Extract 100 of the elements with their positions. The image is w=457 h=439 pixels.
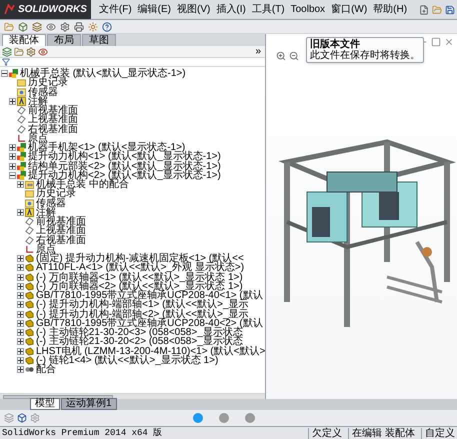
assembly-icon [17, 152, 26, 162]
expand-toggle[interactable] [17, 320, 24, 327]
menu-item[interactable]: 编辑(E) [138, 2, 172, 17]
expand-toggle[interactable] [17, 274, 24, 281]
status-field: 欠定义 [308, 428, 342, 438]
tree-item[interactable]: 结构单元部装<2> (默认<默认_显示状态-1>) [28, 162, 221, 171]
layers-icon[interactable] [2, 46, 12, 56]
tree-item[interactable]: (固定) 提升动力机构-减速机固定板<1> (默认<< [36, 254, 244, 264]
tree-item[interactable]: (-) 万向联轴器<1> (默认<<默认>_显示状态 1>) [36, 272, 243, 282]
tree-item[interactable]: 前视基准面 [28, 106, 78, 116]
expand-toggle[interactable] [17, 329, 24, 336]
tree-item[interactable]: 历史记录 [28, 78, 68, 88]
expand-toggle[interactable] [17, 366, 24, 374]
gear-icon[interactable] [60, 22, 70, 32]
tree-item[interactable]: 上视基准面 [36, 226, 86, 236]
expand-toggle[interactable] [9, 172, 16, 179]
expand-toggle[interactable] [1, 70, 8, 78]
tree-item[interactable]: 机械手总装 (默认<默认_显示状态-1>) [20, 69, 186, 78]
menu-item[interactable]: 插入(I) [216, 2, 246, 17]
ds-logo-icon [4, 4, 15, 15]
expand-toggle[interactable] [17, 282, 24, 290]
expand-toggle[interactable] [17, 208, 24, 216]
mates-folder-icon [25, 180, 34, 190]
tree-item[interactable]: 配合 [36, 365, 56, 374]
tree-item[interactable]: 传感器 [28, 88, 58, 97]
tree-item[interactable]: 注解 [36, 208, 56, 217]
tree-item[interactable]: 机械手总装 中的配合 [36, 180, 129, 190]
sensor-icon [17, 88, 26, 97]
layers-icon[interactable] [32, 22, 42, 32]
expand-toggle[interactable] [9, 144, 16, 152]
expand-toggle[interactable] [17, 310, 24, 318]
tree-item[interactable]: (-) 提升动力机构-端部轴<1> (默认<<默认>_显示 [36, 300, 249, 310]
cube-icon[interactable] [17, 413, 27, 423]
menu-item[interactable]: 窗口(W) [331, 2, 368, 17]
gear-icon[interactable] [26, 46, 36, 56]
close-icon[interactable] [444, 37, 454, 47]
expand-toggle[interactable] [9, 153, 16, 160]
tree-item[interactable]: 右视基准面 [36, 236, 86, 245]
title-logo: SOLIDWORKS [0, 0, 91, 19]
eye-icon[interactable] [46, 22, 56, 32]
menu-item[interactable]: 工具(T) [252, 2, 285, 17]
tree-item[interactable]: 右视基准面 [28, 124, 78, 134]
origin-icon [25, 244, 34, 254]
tooltip-title: 旧版本文件 [310, 39, 361, 50]
menu-item[interactable]: 视图(V) [177, 2, 210, 17]
tree-item[interactable]: 前视基准面 [36, 217, 86, 226]
expand-toggle[interactable] [17, 264, 24, 272]
panel-tab[interactable]: 草图 [82, 34, 116, 46]
expand-panel-button[interactable]: » [255, 46, 263, 56]
expand-toggle[interactable] [17, 292, 24, 300]
menu-item[interactable]: 文件(F) [98, 2, 132, 17]
tree-item[interactable]: 上视基准面 [28, 115, 78, 124]
expand-toggle[interactable] [17, 255, 24, 262]
new-file-icon[interactable] [419, 4, 429, 14]
folder-icon [17, 78, 26, 88]
expand-toggle[interactable] [17, 301, 24, 308]
sensor-icon [25, 198, 34, 208]
status-field: 在编辑 装配体 [348, 428, 415, 438]
maximize-icon[interactable] [431, 37, 441, 47]
assembly-icon [17, 162, 26, 171]
help-icon[interactable] [102, 22, 112, 32]
expand-toggle[interactable] [17, 348, 24, 355]
tree-item[interactable]: GB/T7810-1995带立式座轴承UCP208-40<2> (默认 [36, 318, 263, 328]
eye-icon[interactable] [38, 46, 48, 56]
tree-item[interactable]: (-) 主动链轮21-30-20<2> (058<058>_显示状态 [36, 337, 243, 346]
menu-item[interactable]: 帮助(H) [373, 2, 408, 17]
cube-icon[interactable] [18, 22, 28, 32]
save-icon[interactable] [445, 4, 455, 14]
tree-item[interactable]: (-) 链轮1<4> (默认<<默认>_显示状态 1>) [36, 356, 218, 365]
expand-toggle[interactable] [17, 181, 24, 188]
tree-item[interactable]: LHST电机 (LZMM-13-200-4M-110)<1> (默认<默认> [36, 346, 265, 356]
menu-item[interactable]: Toolbox [290, 2, 326, 17]
tree-item[interactable]: 提升动力机构<2> (默认<默认_显示状态-1>) [28, 170, 221, 180]
sun-icon[interactable] [88, 22, 98, 32]
expand-toggle[interactable] [9, 98, 16, 105]
zoom-in-icon[interactable] [276, 51, 286, 61]
bottom-tab[interactable]: 运动算例1 [61, 398, 117, 410]
tree-item[interactable]: 历史记录 [36, 189, 76, 198]
folder-icon[interactable] [14, 46, 24, 56]
folder-icon [25, 189, 34, 198]
filter-icon[interactable] [2, 58, 10, 66]
tree-item[interactable]: 传感器 [36, 198, 66, 208]
panel-tab[interactable]: 装配体 [2, 34, 46, 46]
tree-item[interactable]: (-) 主动链轮21-30-20<3> (058<058>_显示状态 [36, 328, 243, 338]
tree-item[interactable]: (-) 提升动力机构-端部轴<2> (默认<<默认>_显示 [36, 310, 249, 319]
expand-toggle[interactable] [17, 338, 24, 346]
panel-tab[interactable]: 布局 [47, 34, 81, 46]
tree-item[interactable]: AT110FL-A<1> (默认<<默认>_外观 显示状态>) [36, 263, 244, 272]
tree-item[interactable]: 注解 [28, 96, 48, 106]
tree-item[interactable]: 提升动力机构<1> (默认<默认_显示状态-1>) [28, 152, 221, 162]
expand-toggle[interactable] [17, 356, 24, 364]
printer-icon[interactable] [74, 22, 84, 32]
origin-icon [17, 134, 26, 143]
tree-item[interactable]: 原点 [36, 244, 56, 254]
horizontal-scrollbar[interactable] [0, 393, 265, 399]
zoom-out-icon[interactable] [289, 51, 299, 61]
bottom-tab[interactable]: 模型 [30, 398, 60, 410]
tree-item[interactable]: 原点 [28, 134, 48, 143]
tree-item[interactable]: (-) 万向联轴器<2> (默认<<默认>_显示状态 1>) [36, 282, 243, 291]
expand-toggle[interactable] [9, 162, 16, 170]
